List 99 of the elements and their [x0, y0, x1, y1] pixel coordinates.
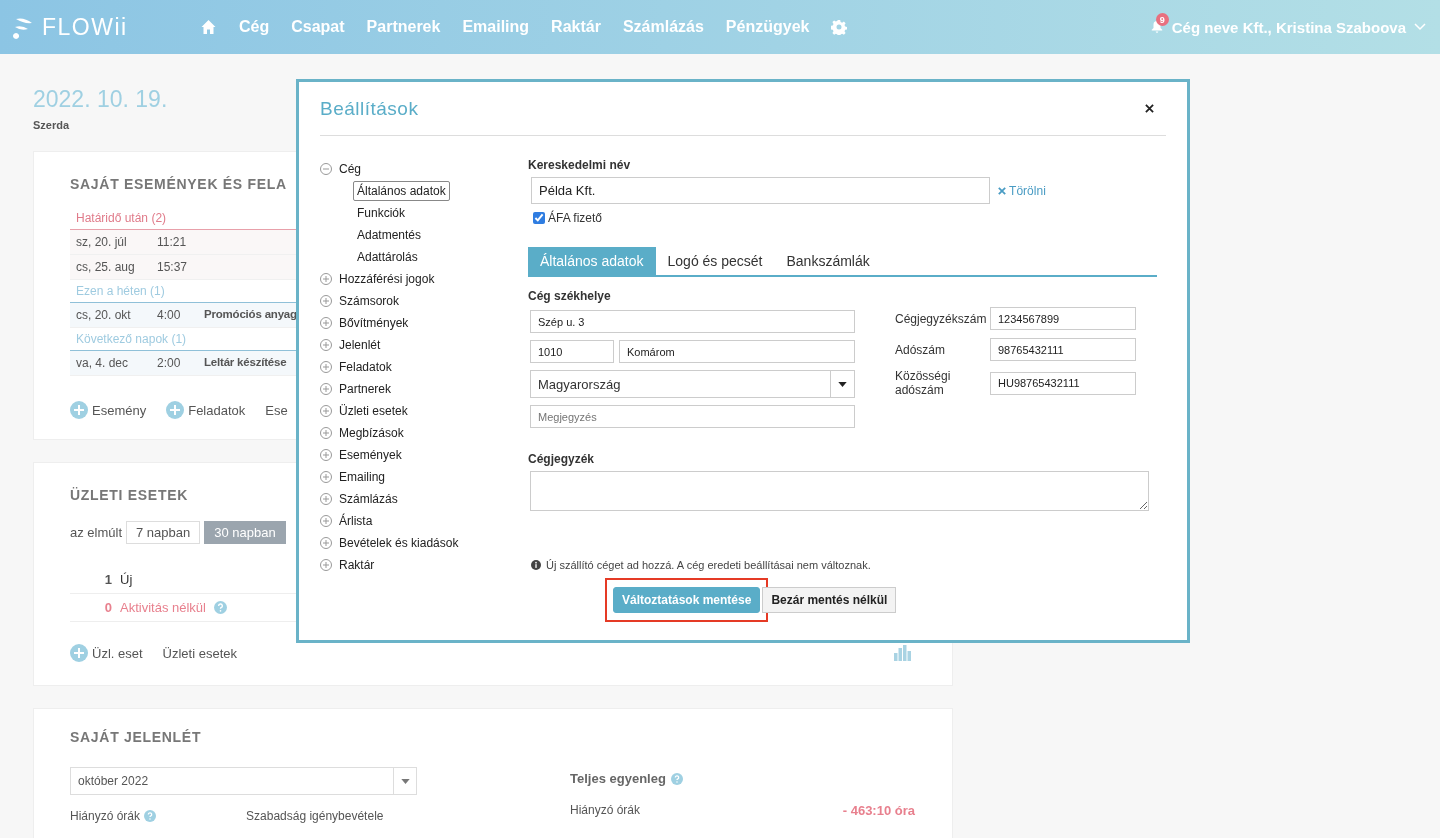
- bar-chart-icon[interactable]: [894, 645, 912, 661]
- expand-icon[interactable]: [320, 559, 332, 571]
- tree-item[interactable]: Bevételek és kiadások: [339, 536, 459, 550]
- checkbox-label: ÁFA fizető: [548, 211, 603, 225]
- card-title: SAJÁT JELENLÉT: [70, 729, 202, 745]
- expand-icon[interactable]: [320, 449, 332, 461]
- plus-icon[interactable]: [70, 644, 88, 662]
- notification-badge: 9: [1155, 13, 1169, 26]
- expand-icon[interactable]: [320, 405, 332, 417]
- close-button[interactable]: Bezár mentés nélkül: [762, 587, 897, 613]
- expand-icon[interactable]: [320, 471, 332, 483]
- event-time: 11:21: [157, 235, 188, 249]
- field-label: Kereskedelmi név: [528, 158, 632, 172]
- expand-icon[interactable]: [320, 339, 332, 351]
- tree-item[interactable]: Események: [339, 448, 402, 462]
- chevron-down-icon[interactable]: [1414, 23, 1426, 31]
- close-icon[interactable]: [1145, 104, 1154, 113]
- settings-icon[interactable]: [831, 19, 848, 35]
- stat-count: 1: [103, 572, 112, 587]
- plus-icon[interactable]: [166, 401, 185, 419]
- weekday-label: Szerda: [33, 119, 70, 131]
- add-link[interactable]: Esemény: [70, 401, 147, 419]
- trade-name-field[interactable]: Példa Kft.: [531, 177, 990, 204]
- stat-label[interactable]: Új: [120, 572, 133, 587]
- info-icon: [531, 560, 541, 570]
- field-label: Cégjegyzékszám: [895, 311, 988, 326]
- tree-item[interactable]: Adattárolás: [353, 247, 422, 267]
- event-date: sz, 20. júl: [76, 235, 128, 249]
- tree-item[interactable]: Emailing: [339, 470, 386, 484]
- street-field[interactable]: Szép u. 3: [530, 310, 855, 333]
- expand-icon[interactable]: [320, 493, 332, 505]
- id-field[interactable]: 1234567899: [990, 307, 1136, 330]
- collapse-icon[interactable]: [320, 163, 332, 175]
- add-link[interactable]: Feladatok: [166, 401, 246, 419]
- add-link[interactable]: Üzl. eset: [70, 644, 143, 662]
- x-icon[interactable]: [998, 186, 1006, 195]
- tree-item[interactable]: Árlista: [339, 514, 373, 528]
- id-field[interactable]: HU98765432111: [990, 371, 1136, 395]
- event-time: 4:00: [157, 308, 182, 322]
- registry-field[interactable]: [530, 471, 1149, 511]
- city-field[interactable]: Komárom: [619, 340, 855, 363]
- event-time: 2:00: [157, 356, 182, 370]
- field-label: Közösségi adószám: [895, 369, 952, 397]
- expand-icon[interactable]: [320, 427, 332, 439]
- event-title: Promóciós anyag: [204, 308, 297, 322]
- tree-item[interactable]: Általános adatok: [353, 181, 450, 201]
- zip-field[interactable]: 1010: [530, 340, 614, 363]
- text-link[interactable]: Üzleti esetek: [162, 645, 237, 661]
- expand-icon[interactable]: [320, 295, 332, 307]
- section-label: Cég székhelye: [528, 289, 612, 303]
- card-title: SAJÁT ESEMÉNYEK ÉS FELA: [70, 176, 287, 192]
- event-date: va, 4. dec: [76, 356, 130, 370]
- help-icon[interactable]: [144, 810, 157, 822]
- note-field[interactable]: Megjegyzés: [530, 405, 855, 428]
- expand-icon[interactable]: [320, 537, 332, 549]
- month-select[interactable]: október 2022: [70, 767, 417, 795]
- plus-icon[interactable]: [70, 401, 88, 419]
- column-label: Hiányzó órák: [70, 809, 141, 823]
- vat-checkbox[interactable]: [533, 212, 545, 224]
- home-icon[interactable]: [200, 19, 217, 35]
- expand-icon[interactable]: [320, 273, 332, 285]
- caret-down-icon[interactable]: [838, 381, 847, 387]
- dialog-title: Beállítások: [320, 97, 419, 120]
- balance-label: Hiányzó órák: [570, 803, 641, 818]
- tab[interactable]: Bankszámlák: [774, 247, 882, 275]
- period-label: az elmúlt: [70, 525, 123, 540]
- event-time: 15:37: [157, 260, 189, 274]
- expand-icon[interactable]: [320, 383, 332, 395]
- help-icon[interactable]: [214, 601, 227, 614]
- logo-text: FLOWii: [42, 13, 128, 41]
- event-date: cs, 20. okt: [76, 308, 132, 322]
- tab[interactable]: Logó és pecsét: [655, 247, 775, 275]
- country-select[interactable]: Magyarország: [530, 370, 855, 398]
- period-button[interactable]: 7 napban: [126, 521, 201, 544]
- tree-item[interactable]: Feladatok: [339, 360, 392, 374]
- id-field[interactable]: 98765432111: [990, 338, 1136, 361]
- field-label: Cégjegyzék: [528, 452, 596, 466]
- balance-value: - 463:10 óra: [842, 803, 915, 818]
- tree-item[interactable]: Jelenlét: [339, 338, 381, 352]
- expand-icon[interactable]: [320, 361, 332, 373]
- info-text: Új szállító céget ad hozzá. A cég eredeti beállításai nem változnak.: [546, 559, 871, 571]
- tree-item[interactable]: Partnerek: [339, 382, 392, 396]
- event-title: Leltár készítése: [204, 356, 287, 370]
- stat-count: 0: [103, 600, 112, 615]
- tree-item[interactable]: Raktár: [339, 558, 375, 572]
- tree-item[interactable]: Cég: [339, 162, 361, 176]
- tree-item[interactable]: Bővítmények: [339, 316, 409, 330]
- text-link[interactable]: Ese: [265, 402, 288, 418]
- expand-icon[interactable]: [320, 515, 332, 527]
- column-label: Szabadság igénybevétele: [246, 809, 384, 823]
- expand-icon[interactable]: [320, 317, 332, 329]
- help-icon[interactable]: [670, 772, 683, 785]
- tree-item[interactable]: Üzleti esetek: [339, 404, 408, 418]
- tree-item[interactable]: Számlázás: [339, 492, 398, 506]
- event-date: cs, 25. aug: [76, 260, 136, 274]
- balance-title: Teljes egyenleg: [570, 771, 666, 786]
- date-heading: 2022. 10. 19.: [33, 86, 168, 113]
- tree-item[interactable]: Megbízások: [339, 426, 404, 440]
- card-title: ÜZLETI ESETEK: [70, 487, 188, 503]
